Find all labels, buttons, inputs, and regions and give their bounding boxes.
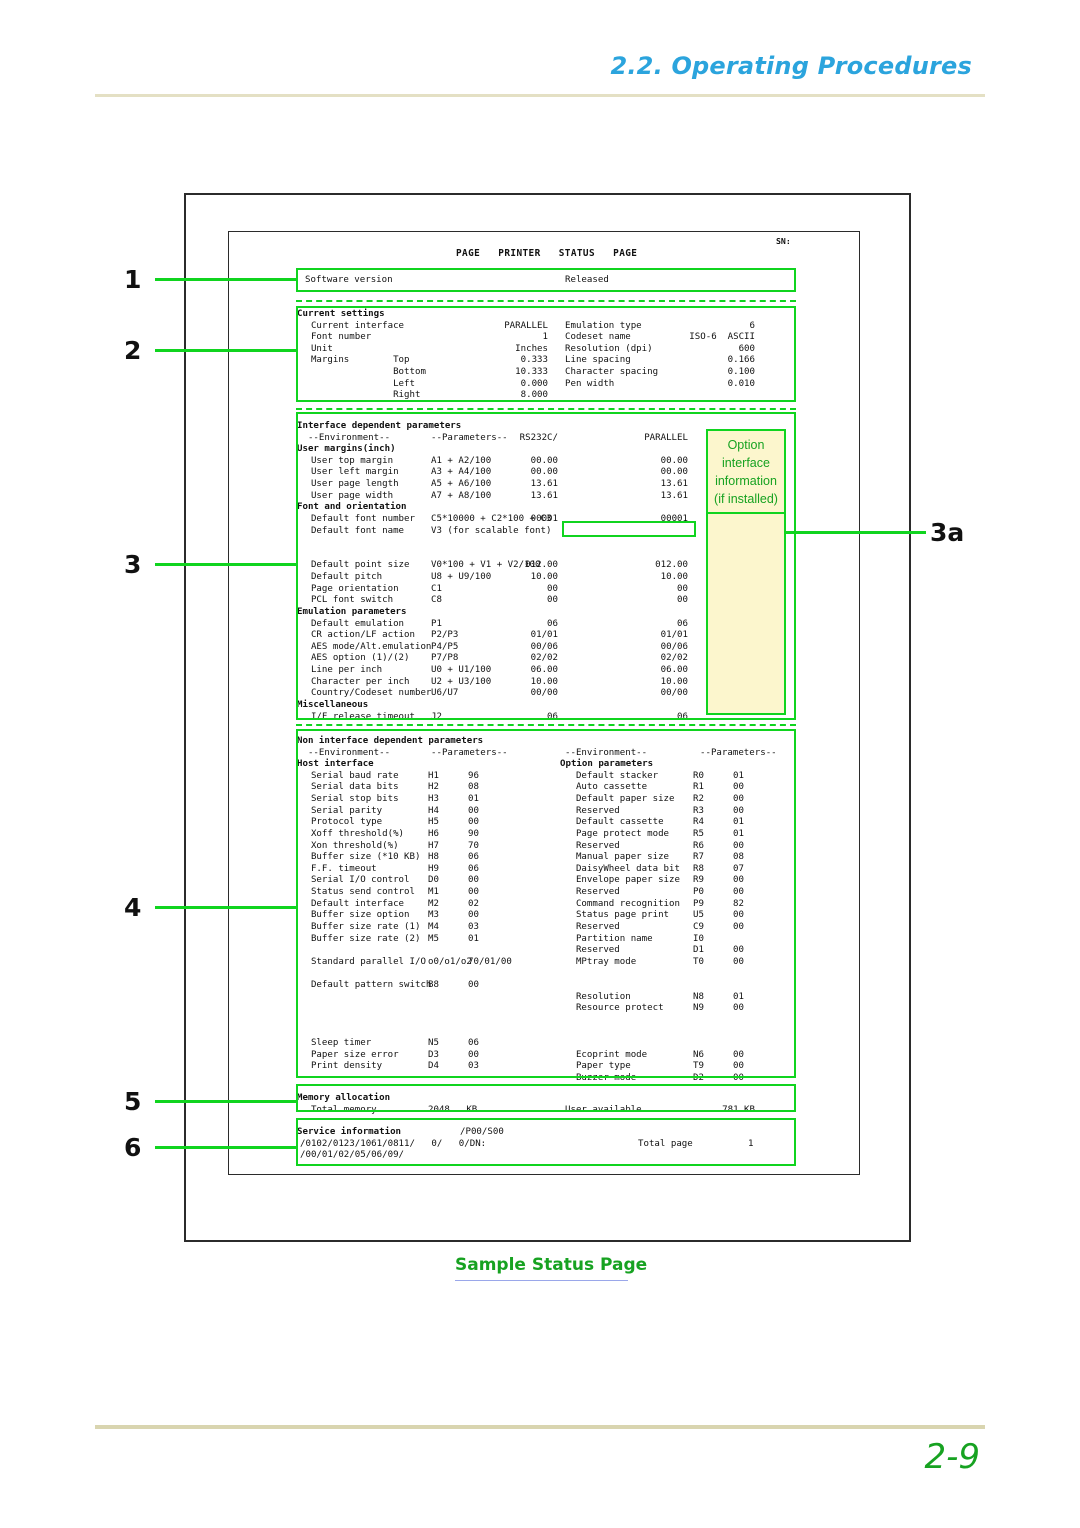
option-note-line-2: information — [715, 474, 777, 488]
leader-line-2 — [155, 349, 296, 352]
callout-number-2: 2 — [124, 336, 142, 365]
serial-number-label: SN: — [776, 236, 791, 246]
separator-dashed-middle — [296, 408, 796, 410]
option-note-line-3: (if installed) — [714, 492, 778, 506]
leader-line-3a — [786, 531, 926, 534]
option-interface-note: Option interface information (if installed) — [706, 429, 786, 514]
option-note-line-0: Option — [727, 438, 765, 452]
callout-number-3: 3 — [124, 550, 142, 579]
callout-number-1: 1 — [124, 265, 142, 294]
callout-number-5: 5 — [124, 1087, 142, 1116]
leader-line-3 — [155, 563, 296, 566]
footer-divider — [95, 1425, 985, 1429]
callout-number-3a: 3a — [930, 518, 965, 547]
page-number: 2-9 — [924, 1437, 980, 1477]
software-version-box — [296, 268, 796, 292]
figure-caption-underline — [455, 1280, 628, 1281]
service-information-box — [296, 1118, 796, 1166]
callout-number-4: 4 — [124, 893, 142, 922]
leader-line-4 — [155, 906, 296, 909]
non-interface-dependent-box — [296, 729, 796, 1078]
separator-dashed-top — [296, 300, 796, 302]
leader-line-5 — [155, 1100, 296, 1103]
status-page-title: PAGE PRINTER STATUS PAGE — [456, 248, 638, 259]
current-settings-box — [296, 306, 796, 402]
header-section-title: 2.2. Operating Procedures — [610, 52, 972, 80]
callout-number-6: 6 — [124, 1133, 142, 1162]
figure-caption: Sample Status Page — [455, 1255, 648, 1275]
leader-line-1 — [155, 278, 296, 281]
default-font-name-value-box — [562, 521, 696, 537]
separator-dashed-lower — [296, 724, 796, 726]
page-header: 2.2. Operating Procedures — [0, 0, 1080, 110]
header-divider — [95, 94, 985, 97]
option-note-line-1: interface — [722, 456, 770, 470]
leader-line-6 — [155, 1146, 296, 1149]
memory-allocation-box — [296, 1084, 796, 1112]
